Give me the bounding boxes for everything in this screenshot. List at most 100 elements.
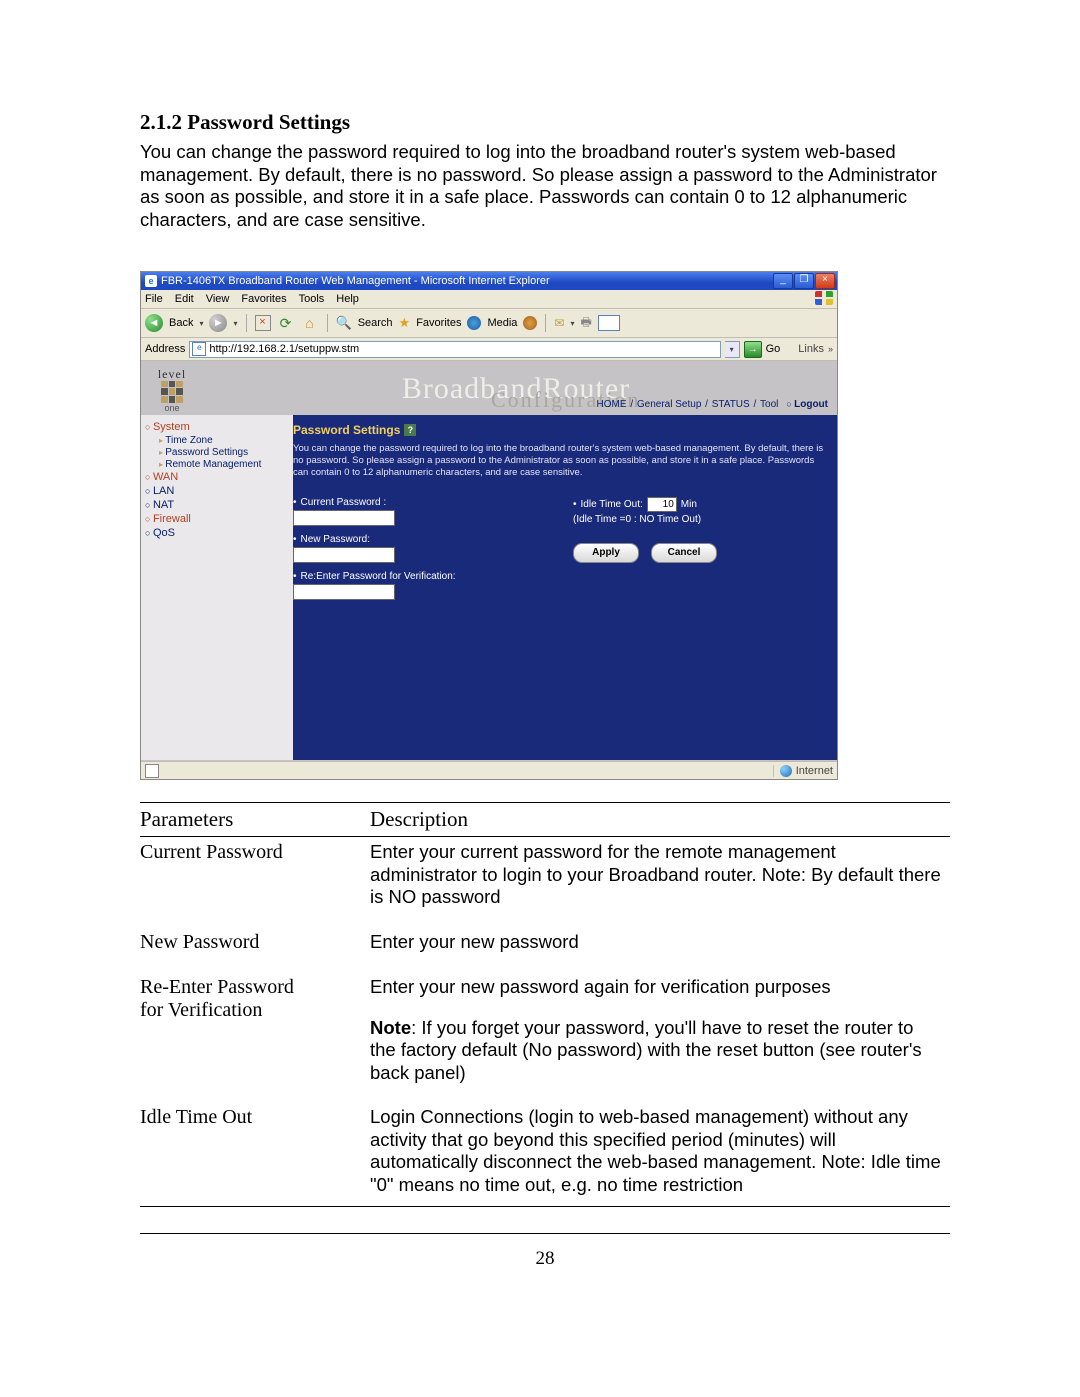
favorites-icon[interactable]: ★ bbox=[399, 315, 411, 331]
menu-favorites[interactable]: Favorites bbox=[241, 293, 286, 305]
param-desc: Enter your new password again for verifi… bbox=[370, 972, 950, 1102]
top-link-bar: HOME / General Setup / STATUS / Tool Log… bbox=[596, 399, 829, 410]
address-field[interactable]: e http://192.168.2.1/setuppw.stm bbox=[189, 341, 720, 358]
nav-system[interactable]: System bbox=[145, 421, 261, 433]
menu-edit[interactable]: Edit bbox=[175, 293, 194, 305]
param-desc: Login Connections (login to web-based ma… bbox=[370, 1102, 950, 1207]
content-description: You can change the password required to … bbox=[293, 443, 825, 479]
window-title: FBR-1406TX Broadband Router Web Manageme… bbox=[161, 275, 773, 287]
section-heading: 2.1.2 Password Settings bbox=[140, 110, 950, 135]
input-new-password[interactable] bbox=[293, 547, 395, 563]
media-icon[interactable] bbox=[467, 316, 481, 330]
param-name: Current Password bbox=[140, 837, 370, 927]
table-row: New Password Enter your new password bbox=[140, 927, 950, 972]
section-paragraph: You can change the password required to … bbox=[140, 141, 950, 231]
top-link-logout[interactable]: Logout bbox=[786, 399, 828, 410]
search-label[interactable]: Search bbox=[358, 317, 393, 329]
param-name: New Password bbox=[140, 927, 370, 972]
nav-wan[interactable]: WAN bbox=[145, 471, 261, 483]
input-idle-timeout[interactable]: 10 bbox=[647, 497, 677, 512]
label-idle-timeout: Idle Time Out: bbox=[581, 499, 643, 510]
cancel-button[interactable]: Cancel bbox=[651, 543, 717, 563]
wavy-divider bbox=[263, 415, 293, 760]
ie-window: e FBR-1406TX Broadband Router Web Manage… bbox=[140, 271, 838, 780]
status-zone-text: Internet bbox=[796, 765, 833, 777]
section-title: Password Settings bbox=[187, 110, 350, 134]
history-icon[interactable] bbox=[523, 316, 537, 330]
label-current-password: Current Password : bbox=[293, 497, 533, 508]
mail-icon[interactable]: ✉ bbox=[554, 316, 564, 330]
menu-tools[interactable]: Tools bbox=[299, 293, 325, 305]
address-label: Address bbox=[145, 343, 185, 355]
router-content: Password Settings ? You can change the p… bbox=[263, 415, 837, 760]
param-name: Re-Enter Password for Verification bbox=[140, 972, 370, 1102]
top-link-general-setup[interactable]: General Setup bbox=[637, 399, 702, 410]
links-dropdown-icon[interactable]: » bbox=[828, 344, 833, 354]
status-page-icon bbox=[145, 764, 159, 778]
back-label[interactable]: Back bbox=[169, 317, 193, 329]
search-icon[interactable]: 🔍 bbox=[336, 315, 352, 331]
nav-firewall[interactable]: Firewall bbox=[145, 513, 261, 525]
stop-icon[interactable]: × bbox=[255, 315, 271, 331]
menu-help[interactable]: Help bbox=[336, 293, 359, 305]
content-heading: Password Settings ? bbox=[293, 423, 825, 437]
toolbar: ◄ Back ▾ ► ▾ × ⟳ ⌂ 🔍 Search ★ Favorites … bbox=[141, 309, 837, 338]
home-icon[interactable]: ⌂ bbox=[301, 314, 319, 332]
nav-time-zone[interactable]: Time Zone bbox=[159, 435, 261, 446]
help-icon[interactable]: ? bbox=[404, 424, 416, 436]
refresh-icon[interactable]: ⟳ bbox=[277, 314, 295, 332]
router-nav: System Time Zone Password Settings Remot… bbox=[141, 415, 263, 760]
toolbar-separator bbox=[545, 314, 546, 332]
section-number: 2.1.2 bbox=[140, 110, 182, 134]
nav-qos[interactable]: QoS bbox=[145, 527, 261, 539]
maximize-button[interactable]: ❐ bbox=[794, 273, 814, 289]
param-desc: Enter your new password bbox=[370, 927, 950, 972]
content-heading-text: Password Settings bbox=[293, 423, 400, 437]
nav-password-settings[interactable]: Password Settings bbox=[159, 447, 261, 458]
window-titlebar: e FBR-1406TX Broadband Router Web Manage… bbox=[141, 272, 837, 290]
input-current-password[interactable] bbox=[293, 510, 395, 526]
edit-icon[interactable] bbox=[598, 315, 620, 331]
label-idle-unit: Min bbox=[681, 499, 697, 510]
links-label[interactable]: Links bbox=[798, 343, 824, 355]
menu-file[interactable]: File bbox=[145, 293, 163, 305]
nav-lan[interactable]: LAN bbox=[145, 485, 261, 497]
nav-nat[interactable]: NAT bbox=[145, 499, 261, 511]
param-name: Idle Time Out bbox=[140, 1102, 370, 1207]
media-label[interactable]: Media bbox=[487, 317, 517, 329]
internet-zone-icon bbox=[780, 765, 792, 777]
forward-icon[interactable]: ► bbox=[209, 314, 227, 332]
logo-grid-icon bbox=[161, 381, 183, 403]
close-button[interactable]: × bbox=[815, 273, 835, 289]
page-icon: e bbox=[192, 342, 206, 356]
top-link-tool[interactable]: Tool bbox=[760, 399, 778, 410]
status-bar: Internet bbox=[141, 761, 837, 779]
input-reenter-password[interactable] bbox=[293, 584, 395, 600]
minimize-button[interactable]: _ bbox=[773, 273, 793, 289]
param-desc: Enter your current password for the remo… bbox=[370, 837, 950, 927]
brand-logo: level one bbox=[149, 368, 195, 413]
ie-favicon-icon: e bbox=[145, 275, 157, 287]
address-url: http://192.168.2.1/setuppw.stm bbox=[209, 343, 359, 355]
toolbar-separator bbox=[246, 314, 247, 332]
address-dropdown[interactable]: ▾ bbox=[725, 341, 740, 358]
windows-flag-icon bbox=[815, 291, 833, 305]
favorites-label[interactable]: Favorites bbox=[416, 317, 461, 329]
top-link-status[interactable]: STATUS bbox=[712, 399, 750, 410]
header-parameters: Parameters bbox=[140, 803, 370, 837]
table-row: Current Password Enter your current pass… bbox=[140, 837, 950, 927]
nav-remote-management[interactable]: Remote Management bbox=[159, 459, 261, 470]
menu-view[interactable]: View bbox=[206, 293, 230, 305]
apply-button[interactable]: Apply bbox=[573, 543, 639, 563]
header-description: Description bbox=[370, 803, 950, 837]
address-bar: Address e http://192.168.2.1/setuppw.stm… bbox=[141, 338, 837, 361]
footer-rule bbox=[140, 1233, 950, 1234]
print-icon[interactable]: 🖶 bbox=[581, 313, 592, 334]
logo-bottom-text: one bbox=[149, 404, 195, 413]
table-header-row: Parameters Description bbox=[140, 803, 950, 837]
top-link-home[interactable]: HOME bbox=[597, 399, 627, 410]
menu-bar: File Edit View Favorites Tools Help bbox=[141, 290, 837, 309]
toolbar-separator bbox=[327, 314, 328, 332]
back-icon[interactable]: ◄ bbox=[145, 314, 163, 332]
go-button[interactable]: → bbox=[744, 341, 762, 358]
